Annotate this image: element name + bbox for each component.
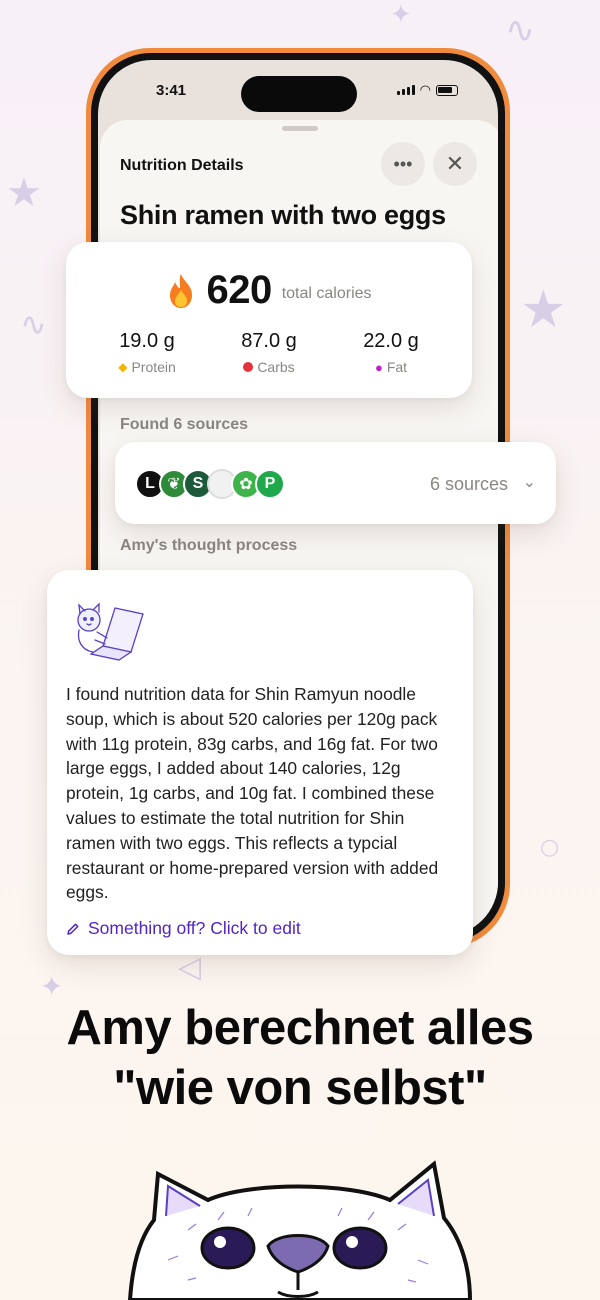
triangle-doodle-icon: ◁ (178, 950, 202, 985)
sheet-title: Nutrition Details (120, 157, 244, 174)
more-button[interactable]: ••• (381, 142, 425, 186)
drop-icon: ● (374, 359, 383, 375)
flame-icon (170, 273, 193, 308)
macro-label: ● Fat (336, 359, 446, 375)
amy-cat-laptop-icon (77, 602, 144, 661)
wifi-icon: ◠ (419, 82, 431, 97)
star-doodle-icon: ✦ (390, 0, 412, 30)
chevron-down-icon: ⌄ (522, 474, 536, 491)
headline-line-2: "wie von selbst" (113, 1061, 487, 1115)
macro-label: ◆ Protein (92, 359, 202, 375)
battery-icon (436, 84, 458, 96)
macro-name: Protein (131, 359, 176, 375)
food-name: Shin ramen with two eggs (120, 200, 446, 230)
calorie-row: 620 total calories (66, 268, 472, 313)
pencil-icon (67, 923, 79, 935)
macro-value: 19.0 g (119, 330, 175, 352)
macro-value: 22.0 g (363, 330, 419, 352)
macro-list: 19.0 g ◆ Protein 87.0 g Carbs 22.0 g ● F… (66, 330, 472, 375)
circle-doodle-icon: ○ (540, 835, 560, 860)
source-logo-icon: P (255, 469, 285, 499)
thought-section-label: Amy's thought process (120, 537, 298, 554)
macro-protein: 19.0 g ◆ Protein (92, 330, 202, 375)
calorie-label: total calories (281, 284, 372, 302)
close-icon: ✕ (445, 151, 465, 176)
apple-icon (243, 362, 254, 372)
dynamic-island (241, 76, 357, 112)
amy-cat-mascot-icon (128, 1160, 472, 1300)
squiggle-doodle-icon: ∿ (20, 305, 47, 343)
ellipsis-icon: ••• (393, 153, 413, 174)
macro-label: Carbs (214, 359, 324, 375)
calorie-value: 620 (206, 268, 272, 312)
sheet-grabber[interactable] (282, 126, 318, 131)
star-doodle-icon: ★ (6, 170, 42, 216)
marketing-headline: Amy berechnet alles "wie von selbst" (0, 998, 600, 1118)
calorie-summary-card: 620 total calories 19.0 g ◆ Protein 87.0… (66, 242, 472, 398)
thought-process-card: I found nutrition data for Shin Ramyun n… (47, 570, 473, 955)
macro-name: Carbs (257, 359, 295, 375)
close-button[interactable]: ✕ (433, 142, 477, 186)
macro-value: 87.0 g (241, 330, 297, 352)
edit-link[interactable]: Something off? Click to edit (66, 918, 301, 939)
edit-link-label: Something off? Click to edit (88, 918, 301, 938)
macro-carbs: 87.0 g Carbs (214, 330, 324, 375)
status-bar: 3:41 ◠ (98, 60, 498, 120)
squiggle-doodle-icon: ∿ (505, 10, 536, 51)
sources-section-label: Found 6 sources (120, 416, 249, 433)
thought-text: I found nutrition data for Shin Ramyun n… (66, 684, 439, 903)
sources-dropdown[interactable]: L ❦ S ✿ P 6 sources ⌄ (115, 442, 556, 524)
source-logos: L ❦ S ✿ P (135, 469, 285, 499)
sources-count: 6 sources (429, 474, 508, 494)
status-time: 3:41 (156, 82, 187, 99)
star-doodle-icon: ★ (520, 280, 567, 340)
fish-icon: ◆ (118, 360, 128, 374)
headline-line-1: Amy berechnet alles (66, 1001, 534, 1055)
status-icons: ◠ (396, 82, 458, 97)
macro-name: Fat (386, 359, 408, 375)
macro-fat: 22.0 g ● Fat (336, 330, 446, 375)
signal-icon (396, 85, 415, 95)
